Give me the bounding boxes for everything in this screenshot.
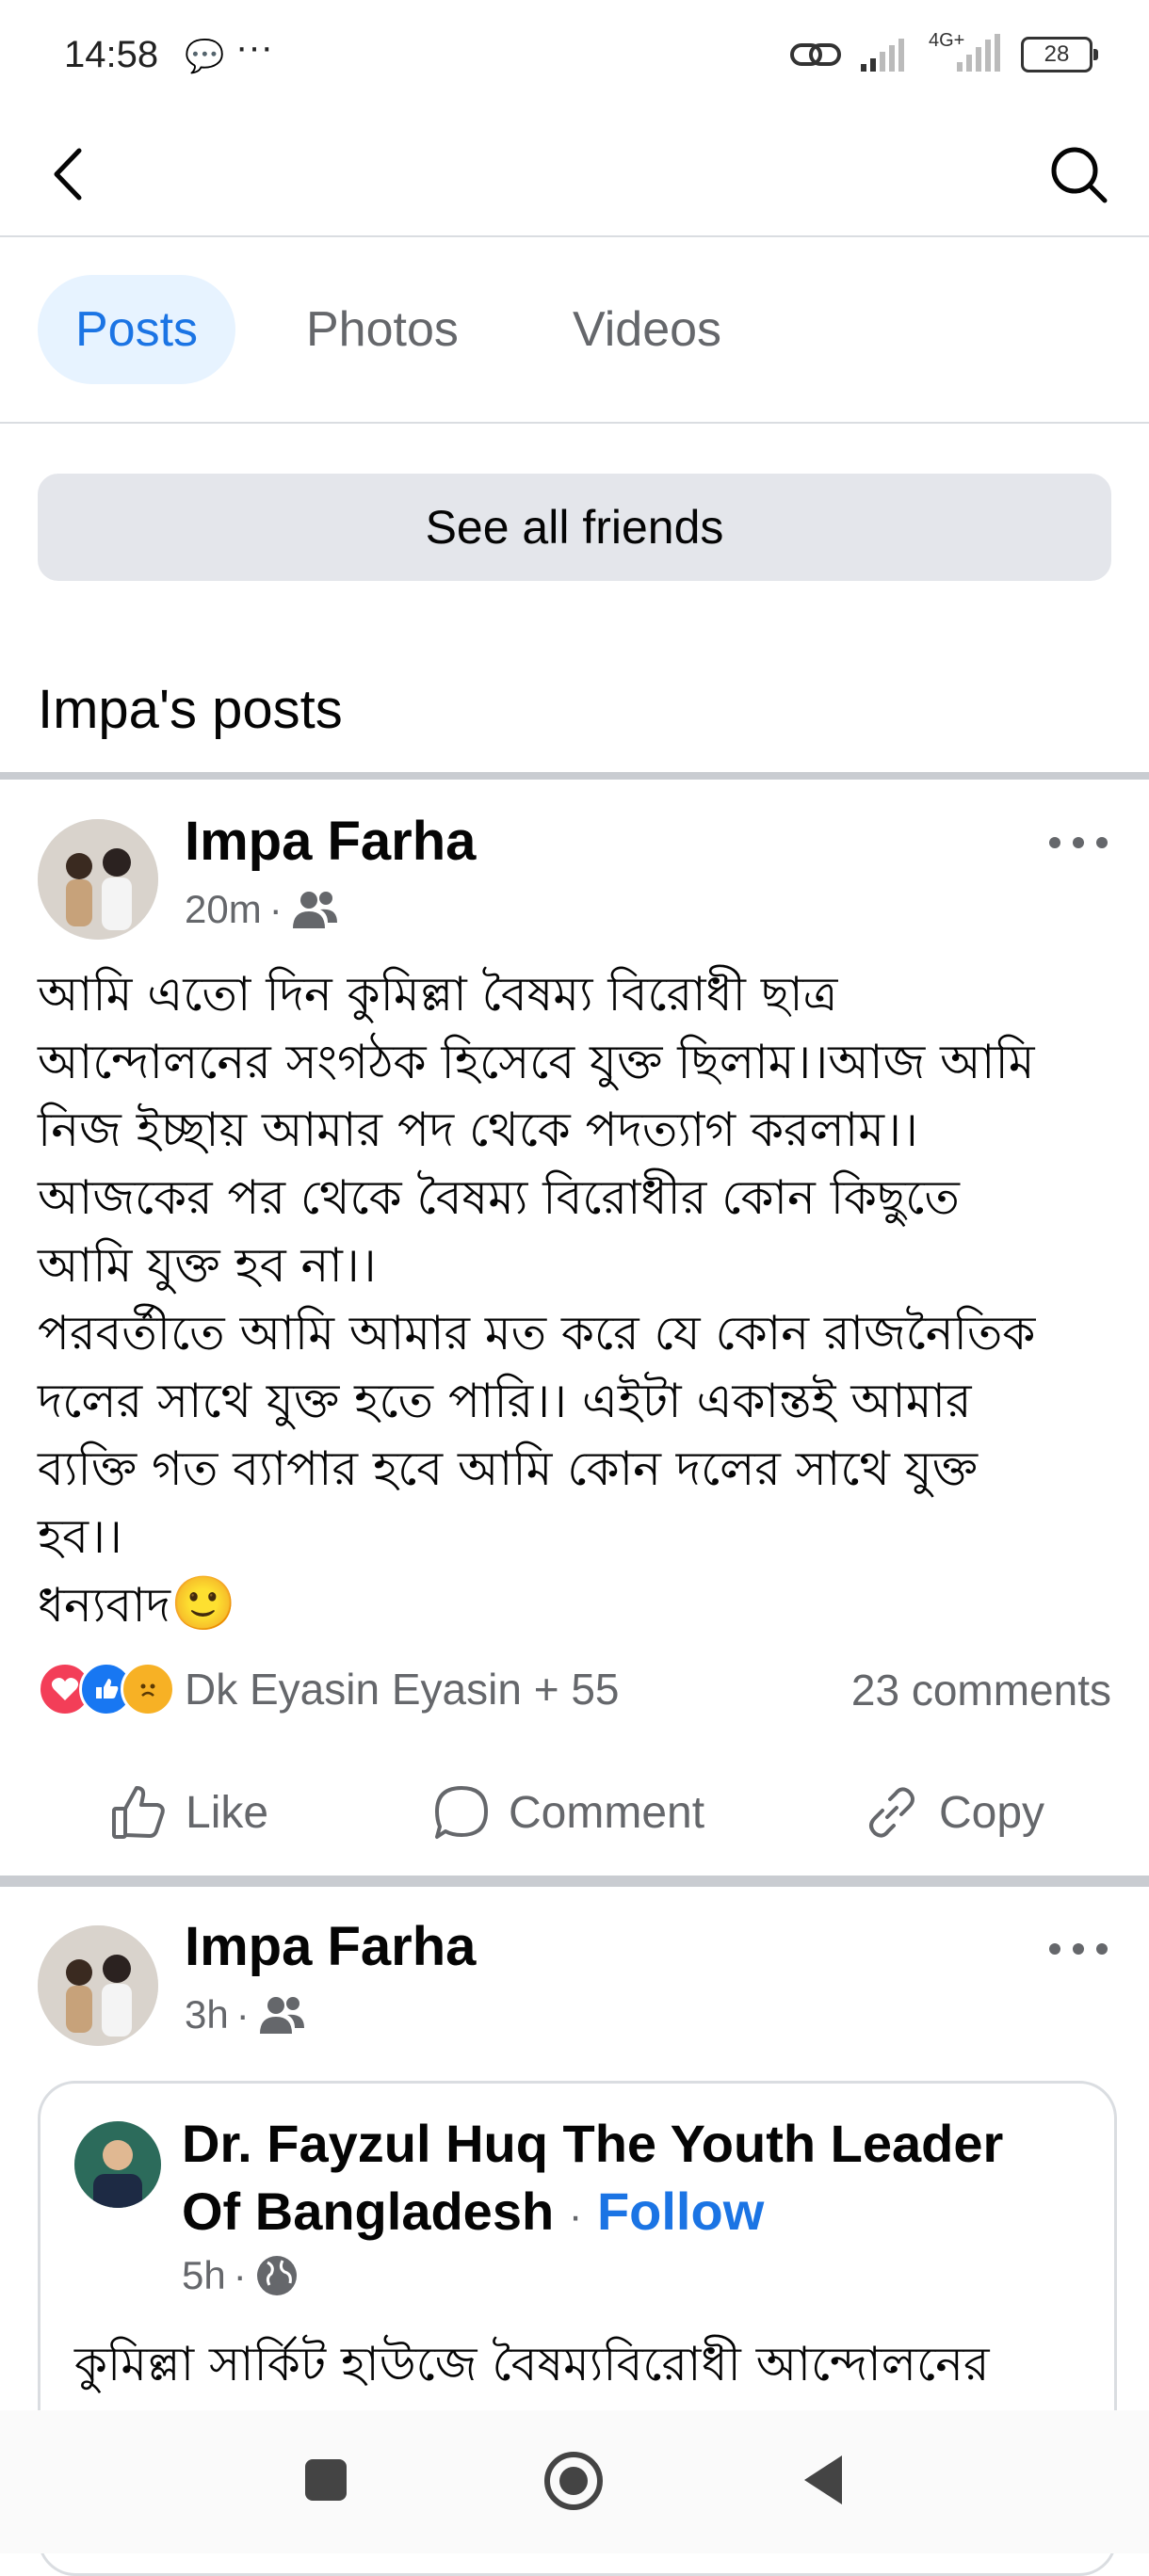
meta-separator: · (268, 887, 283, 931)
section-title: Impa's posts (38, 679, 343, 740)
chevron-left-icon (54, 148, 82, 201)
comment-button[interactable]: Comment (431, 1775, 704, 1850)
globe-icon (256, 2256, 297, 2295)
more-notifications-icon: ··· (235, 26, 273, 68)
friends-icon (292, 892, 337, 928)
avatar-photo (38, 1925, 158, 2046)
post-meta: 20m · (185, 887, 339, 932)
post-meta: 3h · (185, 1992, 306, 2037)
post-time: 20m (185, 887, 262, 931)
top-bar (0, 113, 1149, 237)
like-label: Like (186, 1787, 269, 1838)
system-nav-bar (0, 2410, 1149, 2553)
comment-label: Comment (509, 1787, 705, 1838)
meta-separator: · (233, 2253, 247, 2297)
shared-author-line1: Dr. Fayzul Huq The Youth Leader (182, 2114, 1004, 2173)
more-options-icon[interactable] (1045, 829, 1111, 857)
tab-photos[interactable]: Photos (268, 275, 496, 384)
square-icon (305, 2459, 347, 2501)
reactions-text: Dk Eyasin Eyasin + 55 (185, 1665, 620, 1714)
tab-posts[interactable]: Posts (38, 275, 236, 384)
search-icon (1051, 147, 1108, 203)
status-time: 14:58 (64, 34, 159, 75)
post-body: আমি এতো দিন কুমিল্লা বৈষম্য বিরোধী ছাত্র… (38, 967, 1036, 1633)
shared-author[interactable]: Dr. Fayzul Huq The Youth Leader Of Bangl… (182, 2110, 1086, 2250)
shared-post-text: কুমিল্লা সার্কিট হাউজে বৈষম্যবিরোধী আন্দ… (74, 2337, 990, 2391)
follow-button[interactable]: Follow (597, 2182, 764, 2241)
divider (0, 772, 1149, 780)
link-copy-icon (869, 1787, 914, 1838)
reactions-summary[interactable]: Dk Eyasin Eyasin + 55 (38, 1662, 620, 1716)
chat-bubble-icon: 💬 (185, 39, 225, 74)
shared-author-line2: Of Bangladesh (182, 2182, 555, 2241)
profile-tabs: Posts Photos Videos (0, 237, 1149, 424)
back-button[interactable] (38, 141, 104, 207)
post-divider (0, 1876, 1149, 1887)
post-author[interactable]: Impa Farha (185, 810, 476, 873)
meta-separator: · (568, 2193, 583, 2239)
tab-videos[interactable]: Videos (535, 275, 759, 384)
post-time: 3h (185, 1992, 229, 2037)
triangle-back-icon (804, 2455, 842, 2504)
home-button[interactable] (542, 2450, 605, 2517)
avatar-photo (38, 819, 158, 940)
post-author[interactable]: Impa Farha (185, 1915, 476, 1978)
see-all-friends-button[interactable]: See all friends (38, 474, 1111, 581)
shared-meta: 5h · (182, 2253, 299, 2298)
comment-icon (435, 1786, 488, 1839)
search-button[interactable] (1045, 141, 1111, 207)
recent-apps-button[interactable] (303, 2457, 348, 2507)
status-icons: 4G+ 28 (789, 30, 1098, 75)
signal-4g-icon: 4G+ (929, 30, 1004, 75)
avatar[interactable] (38, 819, 158, 940)
battery-indicator: 28 (1021, 37, 1098, 72)
sad-reaction-icon (121, 1662, 175, 1716)
avatar[interactable] (38, 1925, 158, 2046)
thumbs-up-icon (112, 1786, 165, 1839)
copy-button[interactable]: Copy (862, 1775, 1044, 1850)
avatar-photo (74, 2121, 161, 2208)
shared-time: 5h (182, 2253, 226, 2297)
meta-separator: · (235, 1992, 250, 2037)
more-options-icon[interactable] (1045, 1935, 1111, 1963)
friends-icon (259, 1997, 304, 2034)
post-text: আমি এতো দিন কুমিল্লা বৈষম্য বিরোধী ছাত্র… (38, 960, 1121, 1639)
signal-icon (861, 39, 904, 72)
link-icon (790, 43, 841, 66)
like-button[interactable]: Like (108, 1775, 268, 1850)
copy-label: Copy (939, 1787, 1045, 1838)
back-nav-button[interactable] (801, 2454, 846, 2511)
smile-emoji: 🙂 (170, 1573, 236, 1634)
home-circle-icon (544, 2452, 603, 2510)
shared-avatar[interactable] (74, 2121, 161, 2208)
comments-count[interactable]: 23 comments (851, 1665, 1111, 1715)
